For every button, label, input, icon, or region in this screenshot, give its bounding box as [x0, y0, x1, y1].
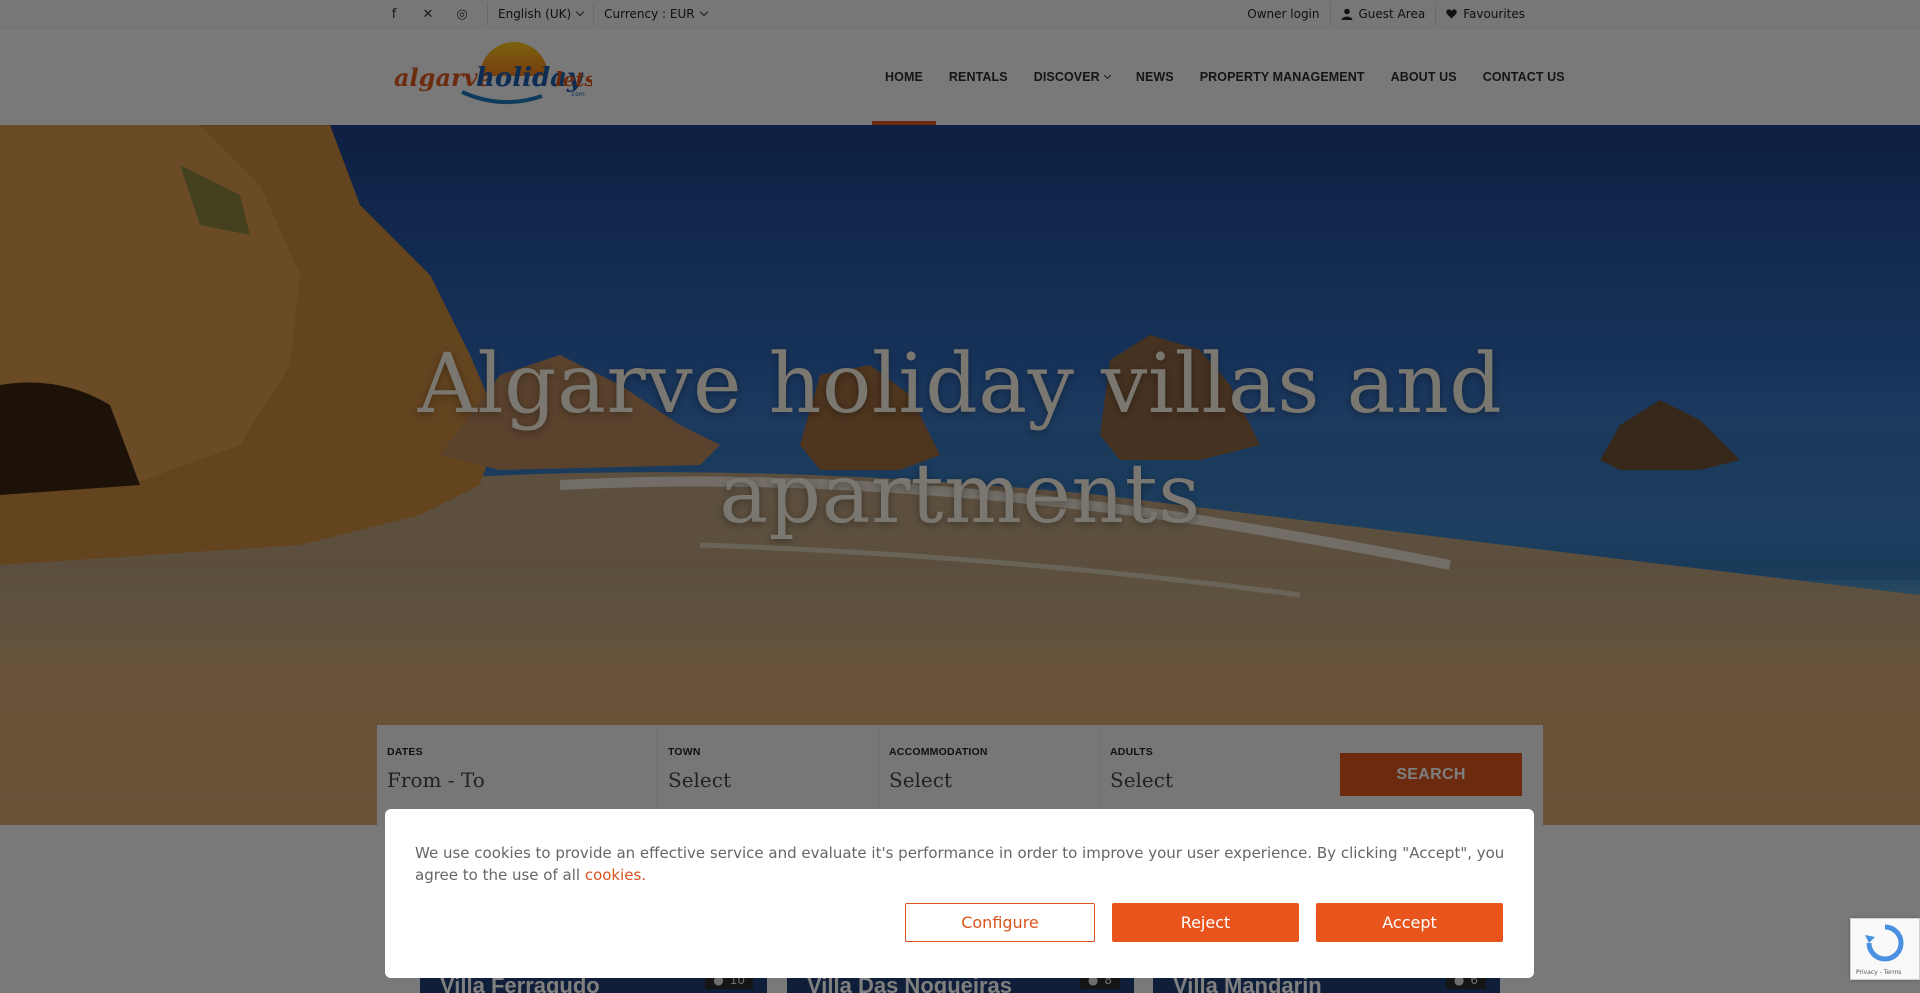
accept-button[interactable]: Accept	[1316, 903, 1503, 942]
recaptcha-badge[interactable]: Privacy - Terms	[1850, 918, 1920, 980]
recaptcha-terms[interactable]: Privacy - Terms	[1856, 969, 1901, 976]
cookie-message: We use cookies to provide an effective s…	[415, 842, 1505, 886]
recaptcha-icon	[1865, 924, 1904, 962]
cookie-consent-dialog: We use cookies to provide an effective s…	[385, 809, 1534, 978]
reject-button[interactable]: Reject	[1112, 903, 1299, 942]
cookies-link[interactable]: cookies.	[585, 866, 646, 884]
configure-button[interactable]: Configure	[905, 903, 1095, 942]
cookie-message-text: We use cookies to provide an effective s…	[415, 844, 1505, 884]
